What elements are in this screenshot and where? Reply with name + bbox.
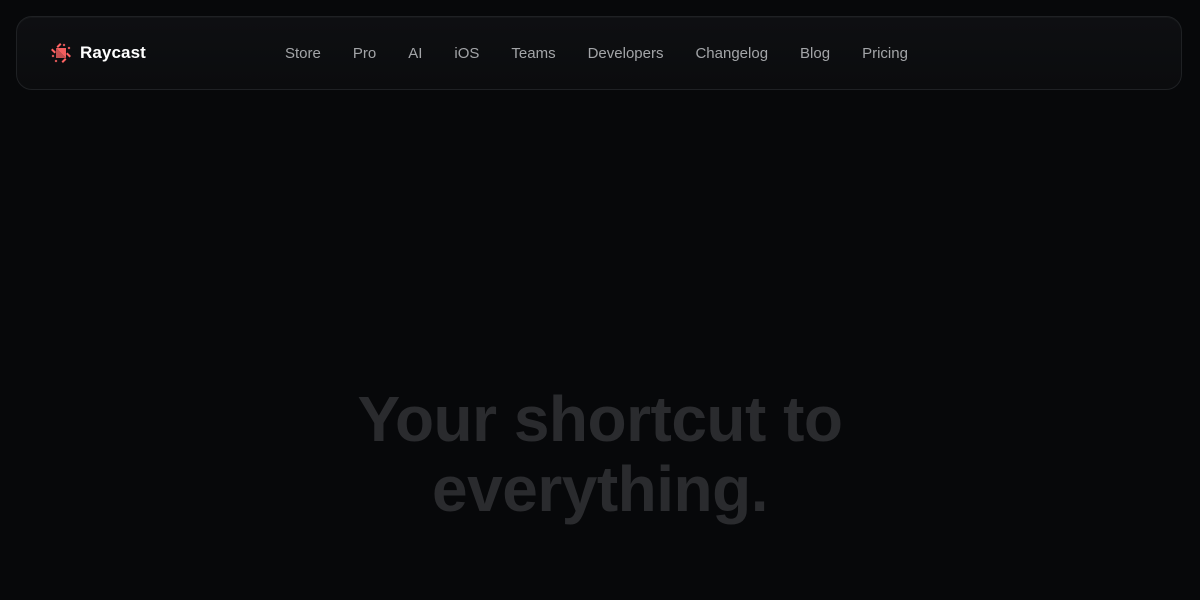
hero-title-line-2: everything. [432, 453, 768, 525]
nav-item-pricing[interactable]: Pricing [846, 37, 924, 70]
raycast-logo-icon [51, 43, 71, 63]
nav-item-blog[interactable]: Blog [784, 37, 846, 70]
nav-item-ai[interactable]: AI [392, 37, 438, 70]
brand-name: Raycast [80, 43, 146, 62]
main-nav: Store Pro AI iOS Teams Developers Change… [269, 17, 924, 89]
nav-item-changelog[interactable]: Changelog [679, 37, 784, 70]
nav-item-pro[interactable]: Pro [337, 37, 392, 70]
brand-home-link[interactable]: Raycast [49, 17, 146, 89]
hero-section: Your shortcut to everything. [0, 384, 1200, 524]
page: Raycast Store Pro AI iOS Teams Developer… [0, 0, 1200, 600]
nav-item-teams[interactable]: Teams [495, 37, 571, 70]
top-navbar: Raycast Store Pro AI iOS Teams Developer… [16, 16, 1182, 90]
nav-item-developers[interactable]: Developers [572, 37, 680, 70]
nav-item-ios[interactable]: iOS [438, 37, 495, 70]
hero-title: Your shortcut to everything. [0, 384, 1200, 524]
nav-item-store[interactable]: Store [269, 37, 337, 70]
hero-title-line-1: Your shortcut to [357, 383, 844, 455]
